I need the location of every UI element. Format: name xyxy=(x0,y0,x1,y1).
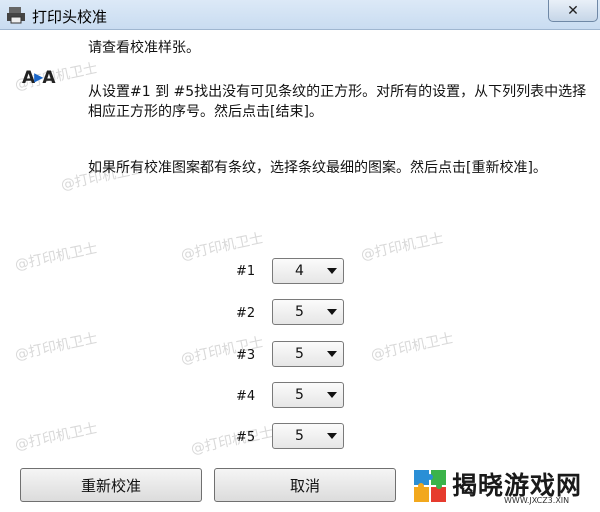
setting-select-3[interactable]: 5 xyxy=(272,341,344,367)
recalibrate-button[interactable]: 重新校准 xyxy=(20,468,202,502)
alignment-icon: A▶A xyxy=(22,68,72,88)
dropdown-arrow-icon xyxy=(327,309,337,315)
setting-select-4[interactable]: 5 xyxy=(272,382,344,408)
title-bar[interactable]: 打印头校准 xyxy=(0,0,600,30)
setting-select-1[interactable]: 4 xyxy=(272,258,344,284)
dropdown-arrow-icon xyxy=(327,433,337,439)
alignment-icon-left: A xyxy=(22,68,35,88)
brand-url: WWW.JXCZ3.XIN xyxy=(504,496,570,505)
brand-watermark: 揭晓游戏网 WWW.JXCZ3.XIN xyxy=(404,462,600,512)
alignment-icon-right: A xyxy=(42,68,55,88)
close-button[interactable]: ✕ xyxy=(548,0,598,22)
window-title: 打印头校准 xyxy=(32,8,108,26)
watermark-text: @打印机卫士 xyxy=(359,230,445,264)
setting-value-5: 5 xyxy=(295,428,304,444)
dropdown-arrow-icon xyxy=(327,392,337,398)
setting-value-4: 5 xyxy=(295,387,304,403)
setting-value-1: 4 xyxy=(295,263,304,279)
setting-label-3: #3 xyxy=(236,348,256,363)
setting-label-4: #4 xyxy=(236,389,256,404)
setting-label-1: #1 xyxy=(236,264,256,279)
setting-select-2[interactable]: 5 xyxy=(272,299,344,325)
setting-value-3: 5 xyxy=(295,346,304,362)
instruction-paragraph-2: 如果所有校准图案都有条纹，选择条纹最细的图案。然后点击[重新校准]。 xyxy=(88,160,547,176)
watermark-text: @打印机卫士 xyxy=(13,420,99,454)
watermark-text: @打印机卫士 xyxy=(179,230,265,264)
setting-label-2: #2 xyxy=(236,306,256,321)
dropdown-arrow-icon xyxy=(327,351,337,357)
dropdown-arrow-icon xyxy=(327,268,337,274)
watermark-text: @打印机卫士 xyxy=(13,240,99,274)
instruction-heading: 请查看校准样张。 xyxy=(88,40,200,56)
cancel-button[interactable]: 取消 xyxy=(214,468,396,502)
puzzle-logo-icon xyxy=(414,470,446,502)
watermark-text: @打印机卫士 xyxy=(369,330,455,364)
setting-value-2: 5 xyxy=(295,304,304,320)
setting-select-5[interactable]: 5 xyxy=(272,423,344,449)
printer-icon xyxy=(7,7,25,24)
watermark-text: @打印机卫士 xyxy=(13,330,99,364)
instruction-paragraph-1: 从设置#1 到 #5找出没有可见条纹的正方形。对所有的设置，从下列列表中选择相应… xyxy=(88,84,587,120)
setting-label-5: #5 xyxy=(236,430,256,445)
